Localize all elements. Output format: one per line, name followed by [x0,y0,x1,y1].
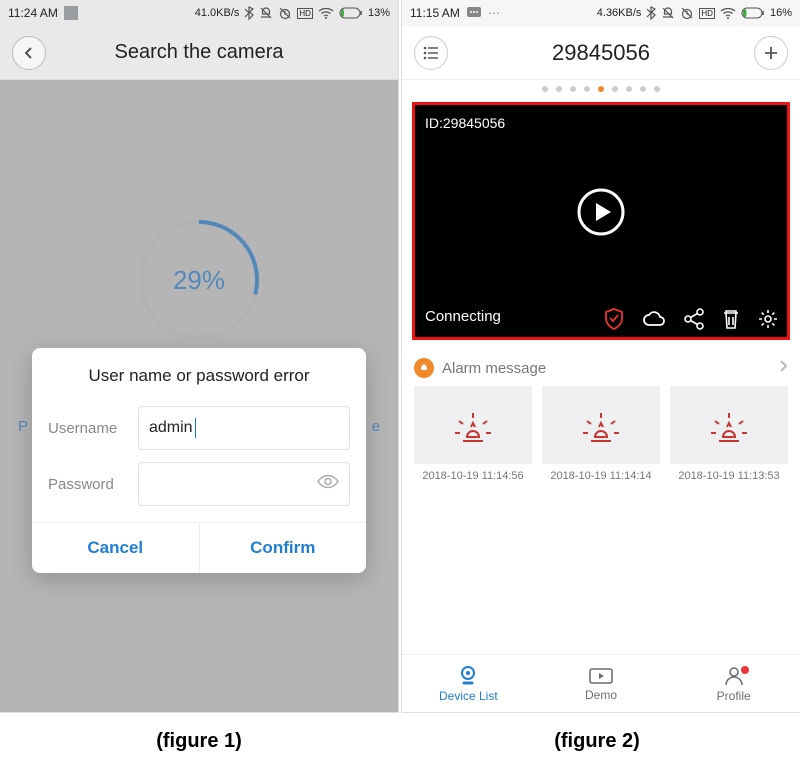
alarm-thumb[interactable]: 2018-10-19 11:14:56 [414,386,532,482]
figure1-body: 29% P e User name or password error User… [0,80,398,712]
progress-ring: 29% [139,220,259,340]
tab-device-list[interactable]: Device List [402,655,535,712]
dialog-title: User name or password error [32,348,366,400]
figure1-caption: (figure 1) [0,712,398,771]
notification-dot-icon [741,666,749,674]
net-speed: 4.36KB/s [597,7,642,19]
app-indicator-icon [64,6,78,20]
device-id-title: 29845056 [552,40,650,66]
password-label: Password [48,476,128,493]
figure1-phone: 11:24 AM 41.0KB/s HD 13% Search the came… [0,0,398,712]
hd-icon: HD [699,8,715,19]
net-speed: 41.0KB/s [195,7,240,19]
alarm-off-icon [680,6,694,20]
video-tile[interactable]: ID:29845056 Connecting [412,102,790,340]
battery-icon [339,7,363,19]
chevron-left-icon [23,46,35,60]
tab-profile[interactable]: Profile [667,655,800,712]
figure2-phone: 11:15 AM ⋯ 4.36KB/s HD 16% 29845056 ID:2… [402,0,800,712]
wifi-icon [318,7,334,19]
tab-demo[interactable]: Demo [535,655,668,712]
alarm-header-label: Alarm message [442,360,546,377]
alarm-thumb[interactable]: 2018-10-19 11:13:53 [670,386,788,482]
mute-icon [661,6,675,20]
camera-icon [457,665,479,687]
siren-icon [577,403,625,447]
tab-label: Device List [439,689,498,703]
chat-notif-icon [466,6,482,20]
add-button[interactable] [754,36,788,70]
list-icon [423,46,439,60]
battery-pct: 16% [770,7,792,19]
hd-icon: HD [297,8,313,19]
trash-icon[interactable] [721,308,741,330]
alarm-thumb[interactable]: 2018-10-19 11:14:14 [542,386,660,482]
gear-icon[interactable] [757,308,779,330]
statusbar: 11:24 AM 41.0KB/s HD 13% [0,0,398,26]
titlebar: Search the camera [0,26,398,80]
battery-pct: 13% [368,7,390,19]
statusbar: 11:15 AM ⋯ 4.36KB/s HD 16% [402,0,800,26]
hint-right: e [372,418,380,435]
bluetooth-icon [646,6,656,20]
chevron-right-icon [778,359,788,377]
ellipsis-icon: ⋯ [488,6,500,20]
titlebar: 29845056 [402,26,800,80]
alarm-header[interactable]: Alarm message [402,350,800,386]
progress-pct: 29% [173,265,225,296]
bluetooth-icon [244,6,254,20]
tab-label: Profile [717,689,751,703]
back-button[interactable] [12,36,46,70]
siren-icon [449,403,497,447]
mute-icon [259,6,273,20]
video-id-label: ID:29845056 [425,115,505,131]
figure2-caption: (figure 2) [398,712,796,771]
wifi-icon [720,7,736,19]
thumb-time: 2018-10-19 11:14:56 [414,464,532,482]
alarm-thumbs: 2018-10-19 11:14:56 2018-10-19 11:14:14 … [402,386,800,482]
battery-icon [741,7,765,19]
demo-icon [588,666,614,686]
confirm-button[interactable]: Confirm [199,523,367,573]
play-button[interactable] [576,187,626,237]
auth-error-dialog: User name or password error Username adm… [32,348,366,573]
hint-left: P [18,418,28,435]
page-title: Search the camera [115,41,284,64]
username-input[interactable]: admin [138,406,350,450]
username-label: Username [48,420,128,437]
tabbar: Device List Demo Profile [402,654,800,712]
alarm-bell-icon [414,358,434,378]
thumb-time: 2018-10-19 11:14:14 [542,464,660,482]
username-value: admin [149,419,193,437]
menu-button[interactable] [414,36,448,70]
thumb-time: 2018-10-19 11:13:53 [670,464,788,482]
eye-icon[interactable] [317,474,339,495]
video-status: Connecting [425,308,501,325]
siren-icon [705,403,753,447]
password-input[interactable] [138,462,350,506]
share-icon[interactable] [683,308,705,330]
tab-label: Demo [585,688,617,702]
page-dots[interactable] [402,80,800,98]
clock: 11:24 AM [8,6,58,20]
safe-icon[interactable] [603,307,625,331]
cloud-icon[interactable] [641,309,667,329]
alarm-off-icon [278,6,292,20]
plus-icon [763,45,779,61]
clock: 11:15 AM [410,6,460,20]
cancel-button[interactable]: Cancel [32,523,199,573]
